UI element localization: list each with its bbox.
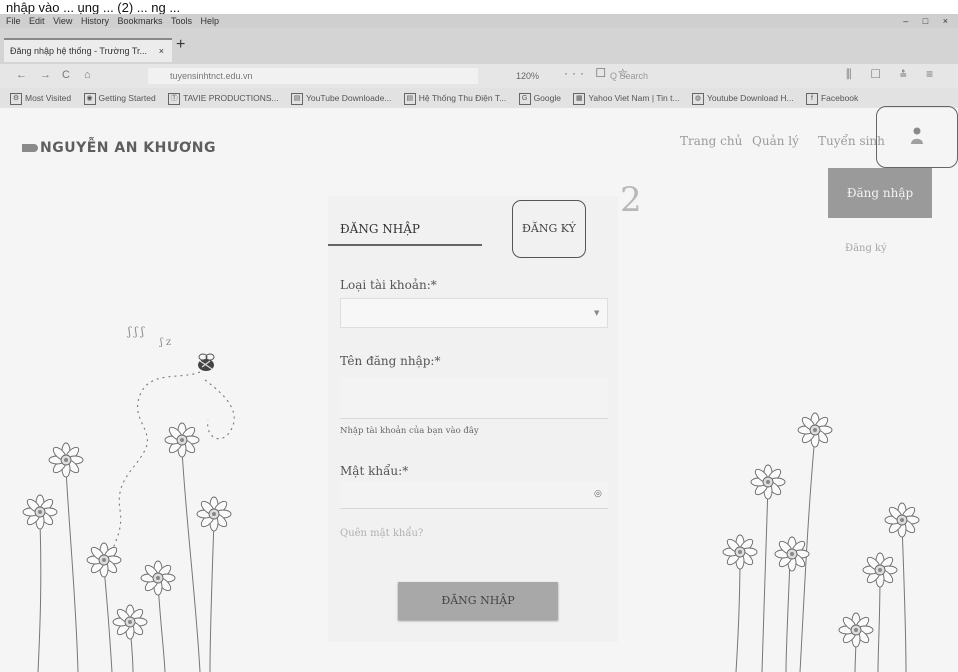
logo-mark-icon: [22, 144, 38, 152]
active-tab-underline: [328, 244, 482, 246]
username-input[interactable]: [340, 378, 608, 419]
username-label: Tên đăng nhập:*: [340, 354, 441, 368]
dropdown-register-link[interactable]: Đăng ký: [845, 243, 887, 254]
nav-admissions[interactable]: Tuyển sinh: [818, 134, 885, 148]
login-submit-button[interactable]: ĐĂNG NHẬP: [398, 582, 558, 620]
svg-text:ʃ ʃ ʃ: ʃ ʃ ʃ: [126, 325, 145, 338]
password-label: Mật khẩu:*: [340, 464, 409, 478]
forgot-password-link[interactable]: Quên mật khẩu?: [340, 528, 423, 539]
account-type-label: Loại tài khoản:*: [340, 278, 437, 292]
login-form-panel: [328, 196, 618, 642]
account-type-select[interactable]: [340, 298, 608, 328]
dropdown-login-button[interactable]: Đăng nhập: [828, 168, 932, 218]
user-icon[interactable]: [910, 126, 924, 146]
tab-login[interactable]: ĐĂNG NHẬP: [340, 222, 420, 236]
bee-icon: [198, 353, 215, 371]
svg-text:ʃ z: ʃ z: [159, 337, 171, 348]
tab-register[interactable]: ĐĂNG KÝ: [512, 200, 586, 258]
annotation-number: 2: [620, 180, 642, 220]
site-logo[interactable]: NGUYỄN AN KHƯƠNG: [22, 140, 216, 156]
nav-home[interactable]: Trang chủ: [680, 134, 742, 148]
chevron-down-icon[interactable]: ▼: [594, 309, 599, 317]
show-password-icon[interactable]: ◎: [594, 489, 602, 499]
password-input[interactable]: [340, 482, 608, 509]
nav-manage[interactable]: Quản lý: [752, 134, 799, 148]
username-hint: Nhập tài khoản của bạn vào đây: [340, 426, 479, 436]
